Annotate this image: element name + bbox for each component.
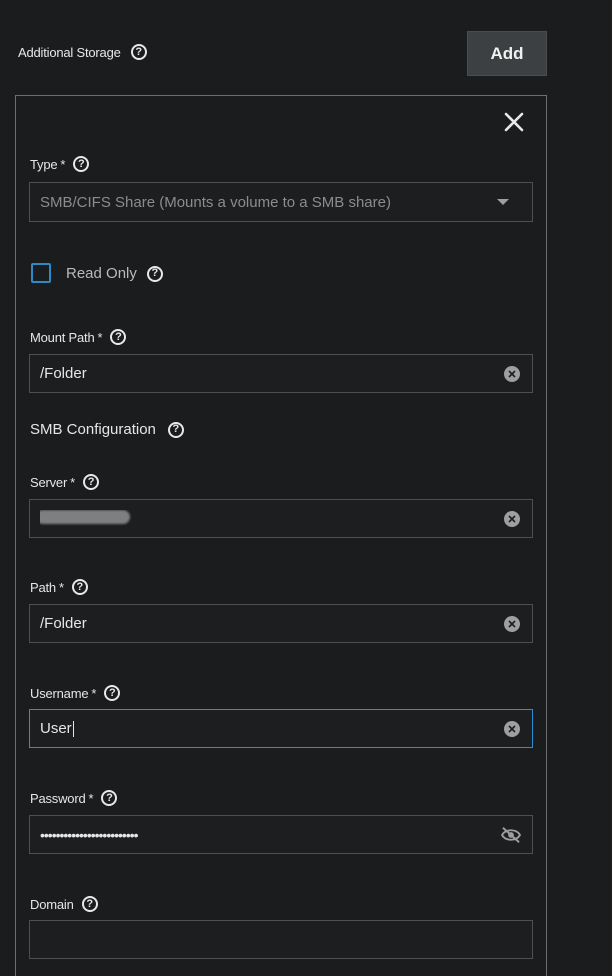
type-select[interactable]: SMB/CIFS Share (Mounts a volume to a SMB… <box>29 182 533 222</box>
type-select-value: SMB/CIFS Share (Mounts a volume to a SMB… <box>40 193 391 211</box>
domain-label: Domain ? <box>30 896 98 912</box>
read-only-label: Read Only ? <box>66 265 163 282</box>
server-input[interactable] <box>29 499 533 538</box>
smb-configuration-heading: SMB Configuration ? <box>30 421 184 438</box>
clear-icon[interactable] <box>504 365 520 382</box>
chevron-down-icon <box>497 199 509 205</box>
clear-icon[interactable] <box>504 615 520 632</box>
mount-path-label: Mount Path * ? <box>30 329 127 345</box>
domain-input[interactable] <box>29 920 533 959</box>
read-only-checkbox[interactable] <box>31 263 51 283</box>
help-icon[interactable]: ? <box>82 474 99 490</box>
password-input[interactable]: ••••••••••••••••••••••••• <box>29 815 533 854</box>
help-icon[interactable]: ? <box>73 156 90 172</box>
eye-off-icon[interactable] <box>500 826 522 844</box>
help-icon[interactable]: ? <box>71 579 88 595</box>
text-cursor <box>72 721 74 738</box>
password-label: Password * ? <box>30 790 118 806</box>
additional-storage-label: Additional Storage ? <box>18 44 147 60</box>
help-icon[interactable]: ? <box>130 44 147 60</box>
help-icon[interactable]: ? <box>81 896 98 912</box>
mount-path-input[interactable]: /Folder <box>29 354 533 393</box>
clear-icon[interactable] <box>504 510 520 527</box>
clear-icon[interactable] <box>504 720 520 737</box>
username-label: Username * ? <box>30 685 121 701</box>
close-icon[interactable] <box>502 110 526 134</box>
help-icon[interactable]: ? <box>101 790 118 806</box>
path-input[interactable]: /Folder <box>29 604 533 643</box>
server-label: Server * ? <box>30 474 99 490</box>
type-label: Type * ? <box>30 156 90 172</box>
add-button[interactable]: Add <box>467 31 547 76</box>
help-icon[interactable]: ? <box>167 421 184 438</box>
additional-storage-page: Additional Storage ? Add Type * ? SMB/CIF… <box>0 0 612 976</box>
username-input[interactable]: User <box>29 709 533 748</box>
path-label: Path * ? <box>30 579 88 595</box>
redacted-value <box>40 509 130 524</box>
help-icon[interactable]: ? <box>146 265 163 282</box>
help-icon[interactable]: ? <box>104 685 121 701</box>
help-icon[interactable]: ? <box>110 329 127 345</box>
